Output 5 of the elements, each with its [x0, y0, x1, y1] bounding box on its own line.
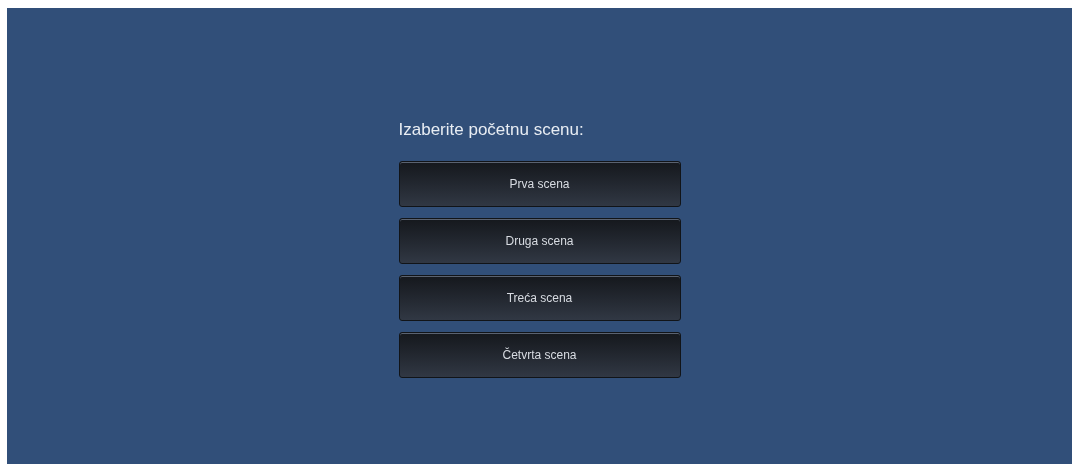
heading: Izaberite početnu scenu: — [398, 119, 585, 141]
scene-button[interactable]: Prva scena — [398, 161, 681, 207]
scene-button[interactable]: Druga scena — [398, 218, 681, 264]
scene-button[interactable]: Četvrta scena — [398, 332, 681, 378]
scene-button[interactable]: Treća scena — [398, 275, 681, 321]
